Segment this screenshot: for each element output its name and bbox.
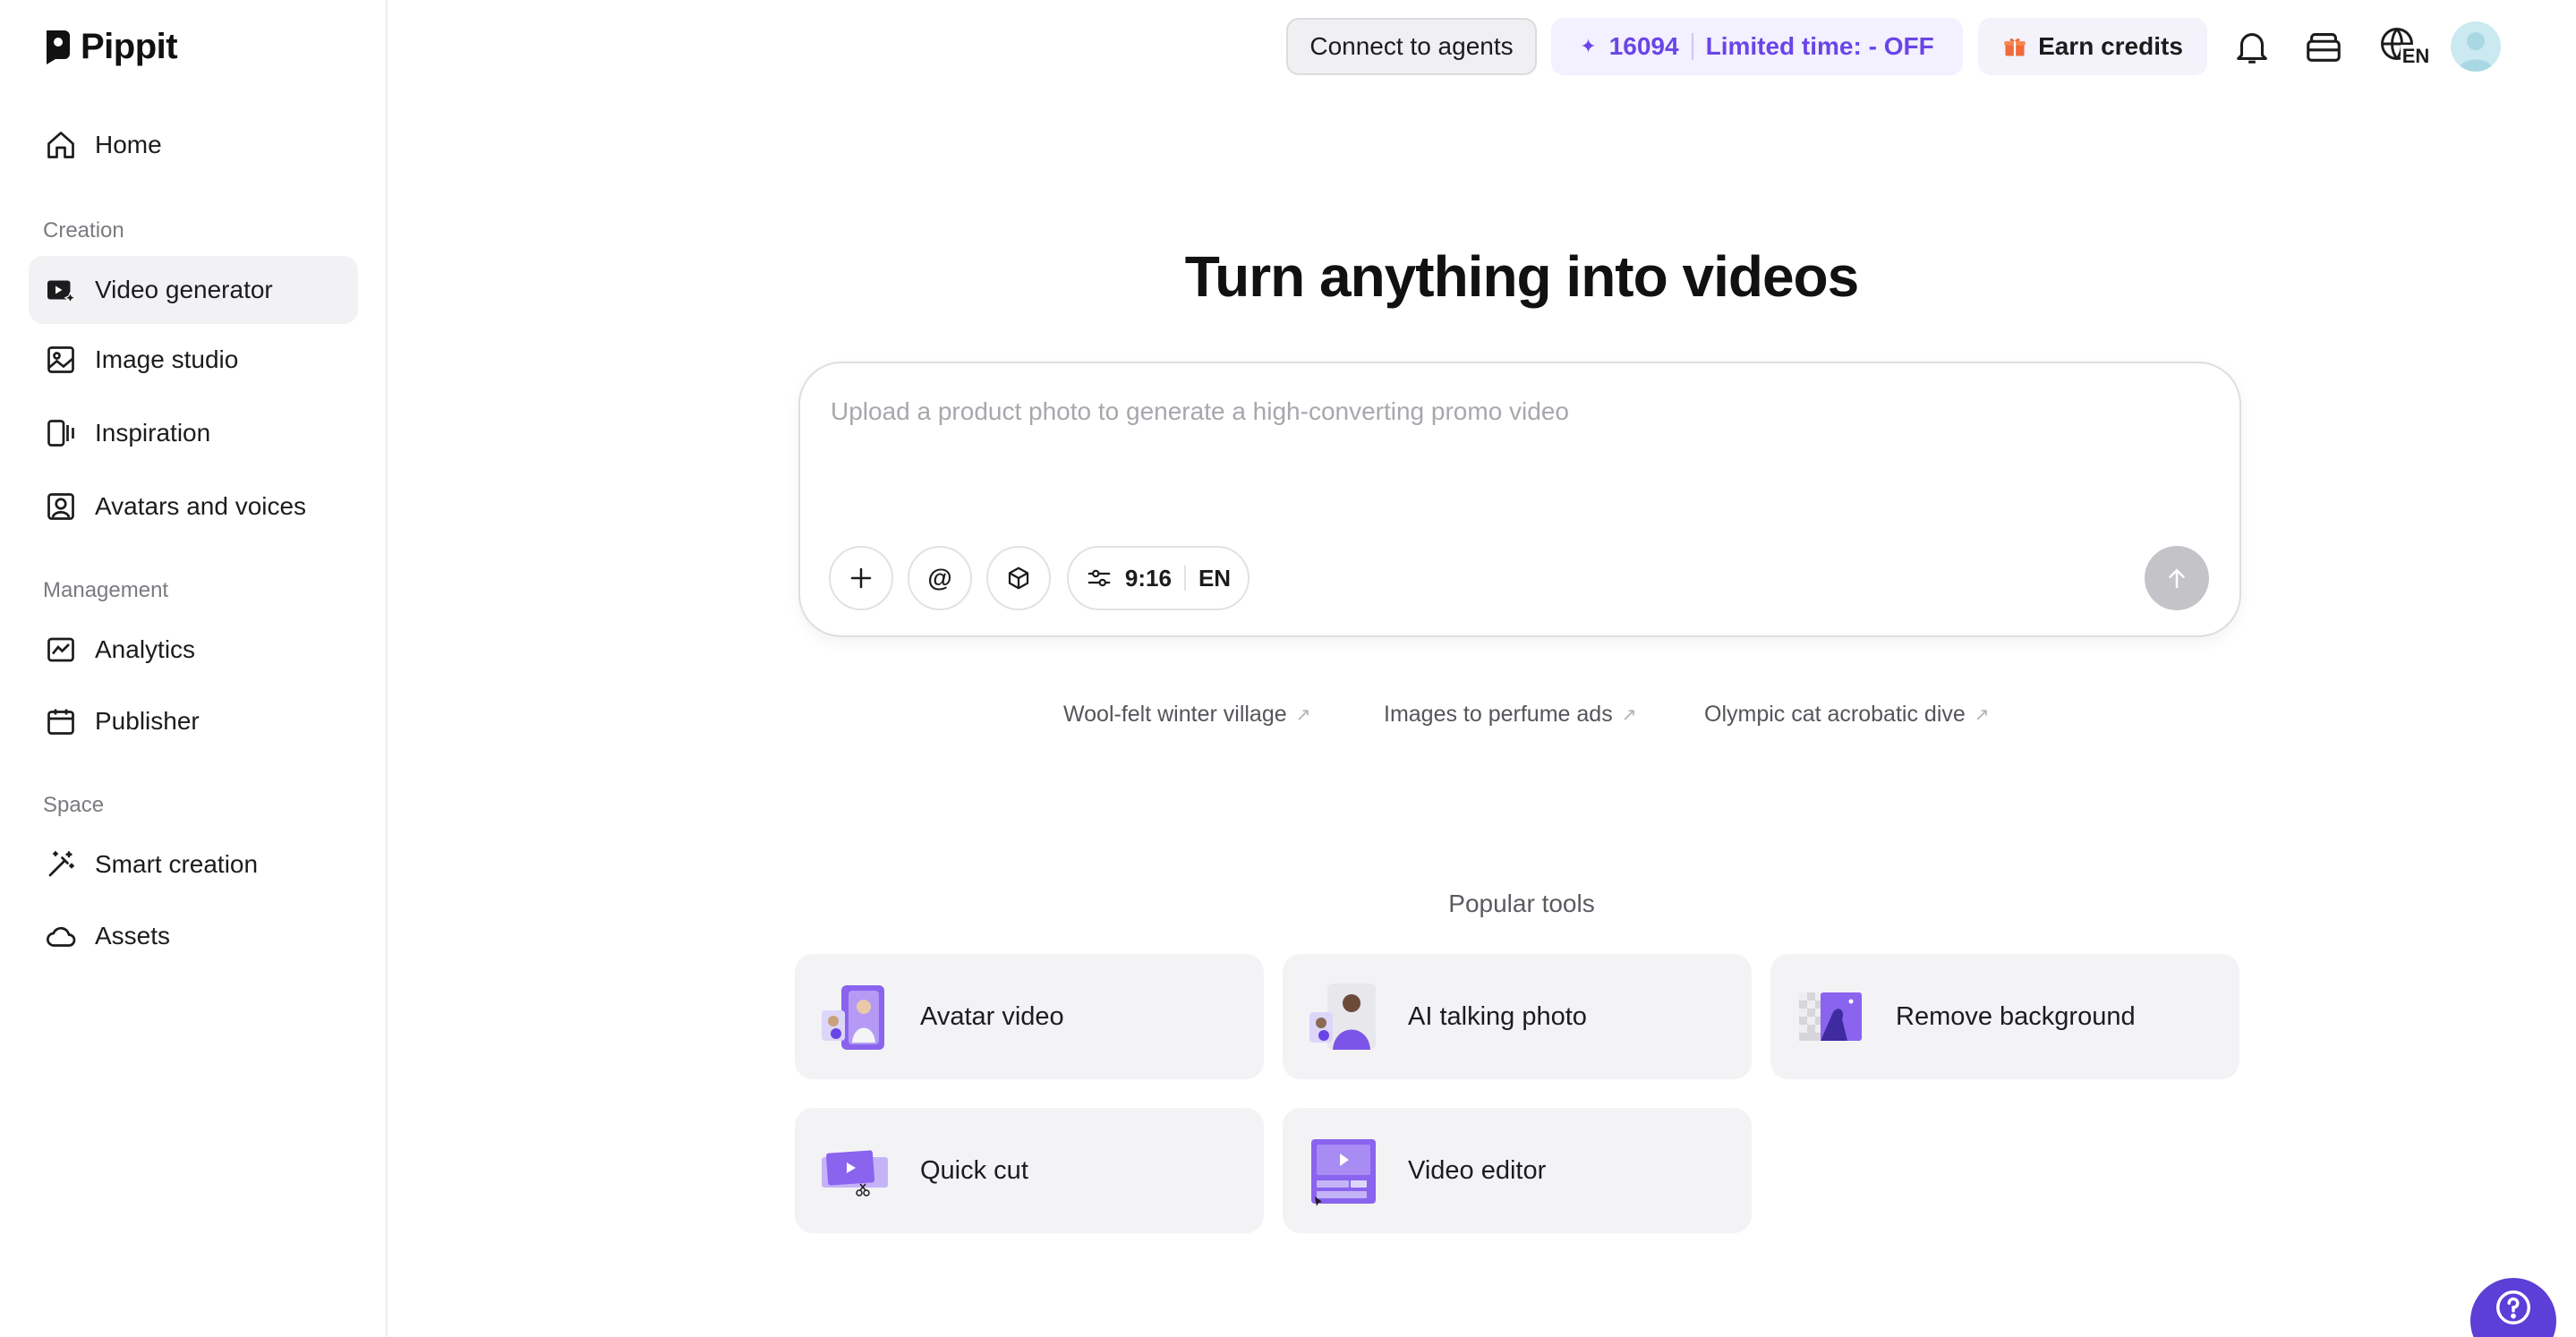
cloud-icon xyxy=(47,926,76,947)
sparkle-icon: ✦ xyxy=(1580,35,1597,57)
credits-divider xyxy=(1691,33,1693,60)
sidebar-item-label: Smart creation xyxy=(95,850,259,878)
avatar-video-thumbnail-icon xyxy=(822,985,884,1050)
sidebar-item-avatars-voices[interactable]: Avatars and voices xyxy=(29,473,358,541)
tool-card-label: Avatar video xyxy=(920,1001,1064,1031)
sidebar-item-label: Assets xyxy=(95,922,171,950)
suggestion-label: Images to perfume ads xyxy=(1384,702,1613,727)
section-management: Management xyxy=(43,578,169,602)
tool-card-label: AI talking photo xyxy=(1408,1001,1587,1031)
earn-credits-button[interactable]: Earn credits xyxy=(1978,18,2207,75)
settings-divider xyxy=(1183,566,1186,591)
chart-icon xyxy=(47,637,74,662)
suggestion-chip[interactable]: Olympic cat acrobatic dive ↗ xyxy=(1704,702,1990,728)
avatar-icon xyxy=(47,493,74,520)
sliders-icon xyxy=(1088,569,1111,587)
add-button[interactable] xyxy=(829,546,893,610)
help-button[interactable] xyxy=(2470,1278,2556,1337)
tool-card-label: Video editor xyxy=(1408,1155,1547,1185)
prompt-box[interactable]: Upload a product photo to generate a hig… xyxy=(798,362,2241,637)
prompt-input[interactable]: Upload a product photo to generate a hig… xyxy=(831,397,1569,426)
sidebar-item-analytics[interactable]: Analytics xyxy=(29,616,358,684)
sidebar-item-publisher[interactable]: Publisher xyxy=(29,687,358,755)
output-language: EN xyxy=(1198,564,1232,592)
sidebar-item-label: Image studio xyxy=(95,345,239,373)
brand-name: Pippit xyxy=(81,27,178,66)
language-button[interactable]: EN xyxy=(2370,21,2438,72)
wallet-icon xyxy=(2307,33,2341,62)
suggestion-label: Wool-felt winter village xyxy=(1063,702,1287,727)
magic-wand-icon xyxy=(48,851,74,877)
notification-button[interactable] xyxy=(2227,21,2277,72)
credits-count: 16094 xyxy=(1608,32,1679,60)
sidebar-item-video-generator[interactable]: Video generator xyxy=(29,256,358,324)
quick-cut-thumbnail-icon xyxy=(822,1150,888,1196)
arrow-up-right-icon: ↗ xyxy=(1295,705,1311,725)
video-editor-thumbnail-icon xyxy=(1311,1139,1376,1206)
language-code: EN xyxy=(2400,45,2432,68)
sidebar-item-label: Analytics xyxy=(95,635,196,663)
cube-icon xyxy=(1008,566,1029,590)
gift-icon xyxy=(2004,38,2026,56)
wallet-button[interactable] xyxy=(2299,21,2349,72)
credits-badge[interactable]: ✦ 16094 Limited time: - OFF xyxy=(1551,18,1963,75)
tool-card-remove-background[interactable]: Remove background xyxy=(1770,954,2239,1079)
sidebar-item-home[interactable]: Home xyxy=(29,111,358,179)
pippit-logo-icon xyxy=(47,30,70,64)
sidebar: Pippit Home Creation Video generator Ima… xyxy=(0,0,388,1337)
section-creation: Creation xyxy=(43,218,124,243)
sidebar-item-label: Home xyxy=(95,131,162,158)
suggestion-chip[interactable]: Wool-felt winter village ↗ xyxy=(1063,702,1310,728)
tool-card-label: Quick cut xyxy=(920,1155,1028,1185)
video-generator-icon xyxy=(47,280,77,304)
suggestion-label: Olympic cat acrobatic dive xyxy=(1704,702,1966,727)
suggestion-chip[interactable]: Images to perfume ads ↗ xyxy=(1384,702,1636,728)
talking-photo-thumbnail-icon xyxy=(1309,984,1376,1050)
sidebar-item-assets[interactable]: Assets xyxy=(29,902,358,970)
video-settings-button[interactable]: 9:16 EN xyxy=(1067,546,1250,610)
sidebar-item-label: Video generator xyxy=(95,276,273,303)
bell-icon xyxy=(2237,33,2267,64)
sidebar-item-image-studio[interactable]: Image studio xyxy=(29,326,358,394)
calendar-icon xyxy=(47,709,74,735)
brand-logo[interactable]: Pippit xyxy=(43,27,178,67)
user-avatar-icon xyxy=(2458,32,2494,72)
tool-card-avatar-video[interactable]: Avatar video xyxy=(795,954,1264,1079)
page-title: Turn anything into videos xyxy=(1184,244,1859,309)
connect-label: Connect to agents xyxy=(1309,32,1514,60)
earn-label: Earn credits xyxy=(2038,32,2183,60)
sidebar-item-label: Publisher xyxy=(95,707,200,735)
home-icon xyxy=(47,132,74,158)
connect-to-agents-button[interactable]: Connect to agents xyxy=(1286,18,1537,75)
arrow-up-icon xyxy=(2169,568,2185,589)
tool-card-label: Remove background xyxy=(1896,1001,2136,1031)
sidebar-item-smart-creation[interactable]: Smart creation xyxy=(29,830,358,898)
arrow-up-right-icon: ↗ xyxy=(1621,705,1637,725)
question-icon xyxy=(2496,1290,2530,1324)
send-button[interactable] xyxy=(2145,546,2209,610)
remove-background-thumbnail-icon xyxy=(1799,992,1862,1041)
mention-button[interactable]: @ xyxy=(908,546,972,610)
image-icon xyxy=(47,346,74,373)
model-button[interactable] xyxy=(986,546,1051,610)
avatar[interactable] xyxy=(2451,21,2501,72)
section-space: Space xyxy=(43,793,105,817)
credits-promo: Limited time: - OFF xyxy=(1705,32,1934,60)
sidebar-item-inspiration[interactable]: Inspiration xyxy=(29,399,358,467)
tool-card-video-editor[interactable]: Video editor xyxy=(1283,1108,1752,1233)
sidebar-item-label: Inspiration xyxy=(95,419,211,447)
inspiration-icon xyxy=(47,420,74,447)
arrow-up-right-icon: ↗ xyxy=(1974,705,1990,725)
tool-card-quick-cut[interactable]: Quick cut xyxy=(795,1108,1264,1233)
aspect-ratio: 9:16 xyxy=(1124,564,1172,592)
popular-tools-heading: Popular tools xyxy=(1448,890,1595,917)
tool-card-ai-talking-photo[interactable]: AI talking photo xyxy=(1283,954,1752,1079)
sidebar-item-label: Avatars and voices xyxy=(95,492,307,520)
at-icon: @ xyxy=(927,564,952,592)
plus-icon xyxy=(850,567,872,589)
